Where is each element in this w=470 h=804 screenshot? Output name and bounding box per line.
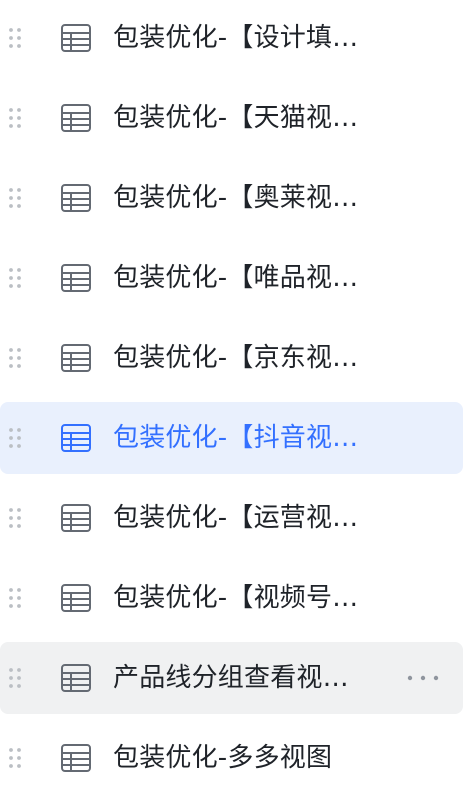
table-view-icon (61, 664, 91, 692)
view-list-item-label: 包装优化-【奥莱视… (113, 183, 359, 213)
drag-handle-icon[interactable] (8, 586, 22, 610)
drag-handle-icon[interactable] (8, 266, 22, 290)
view-list-item-5[interactable]: 包装优化-【京东视… (0, 322, 463, 394)
table-view-icon (61, 504, 91, 532)
view-list-item-1[interactable]: 包装优化-【设计填… (0, 2, 463, 74)
view-list-item-6-selected[interactable]: 包装优化-【抖音视… (0, 402, 463, 474)
table-view-icon (61, 584, 91, 612)
table-view-icon (61, 184, 91, 212)
view-list-item-label: 包装优化-【视频号… (113, 583, 359, 613)
drag-handle-icon[interactable] (8, 426, 22, 450)
table-view-icon (61, 264, 91, 292)
table-view-icon (61, 744, 91, 772)
view-list-item-8[interactable]: 包装优化-【视频号… (0, 562, 463, 634)
view-list-item-10[interactable]: 包装优化-多多视图 (0, 722, 463, 794)
view-list-item-4[interactable]: 包装优化-【唯品视… (0, 242, 463, 314)
table-view-icon (61, 24, 91, 52)
view-list-item-label: 包装优化-【抖音视… (113, 423, 359, 453)
view-list-item-2[interactable]: 包装优化-【天猫视… (0, 82, 463, 154)
view-list-item-label: 包装优化-【唯品视… (113, 263, 359, 293)
view-list-item-label: 包装优化-【运营视… (113, 503, 359, 533)
view-list-item-label: 产品线分组查看视… (113, 663, 349, 693)
table-view-icon (61, 104, 91, 132)
drag-handle-icon[interactable] (8, 186, 22, 210)
drag-handle-icon[interactable] (8, 666, 22, 690)
drag-handle-icon[interactable] (8, 106, 22, 130)
drag-handle-icon[interactable] (8, 746, 22, 770)
more-icon[interactable] (405, 673, 441, 683)
view-list-item-label: 包装优化-多多视图 (113, 743, 333, 773)
view-list: 包装优化-【设计填… 包装优化-【天猫视… 包装优化-【奥莱视… 包装优化-【唯… (0, 0, 470, 804)
view-list-item-3[interactable]: 包装优化-【奥莱视… (0, 162, 463, 234)
view-list-item-9-hover[interactable]: 产品线分组查看视… (0, 642, 463, 714)
table-view-icon (61, 424, 91, 452)
view-list-item-label: 包装优化-【设计填… (113, 23, 359, 53)
drag-handle-icon[interactable] (8, 506, 22, 530)
table-view-icon (61, 344, 91, 372)
view-list-item-label: 包装优化-【京东视… (113, 343, 359, 373)
drag-handle-icon[interactable] (8, 346, 22, 370)
drag-handle-icon[interactable] (8, 26, 22, 50)
view-list-item-label: 包装优化-【天猫视… (113, 103, 359, 133)
view-list-item-7[interactable]: 包装优化-【运营视… (0, 482, 463, 554)
